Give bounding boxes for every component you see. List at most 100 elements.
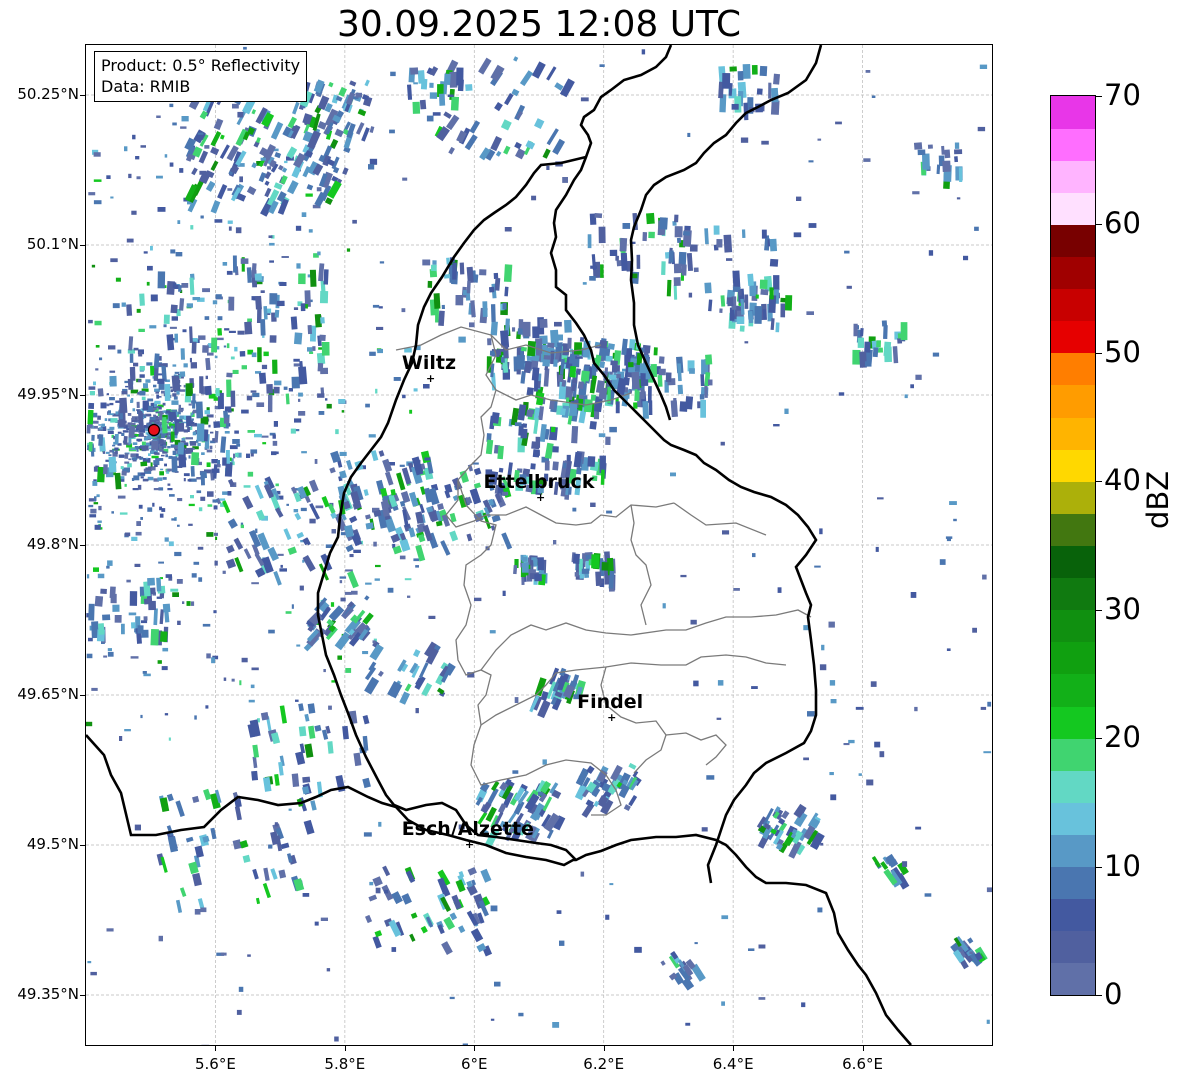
echo-cell bbox=[128, 173, 132, 179]
echo-cell bbox=[942, 160, 951, 172]
radar-map[interactable] bbox=[85, 44, 993, 1046]
echo-cell bbox=[194, 715, 197, 720]
echo-cell bbox=[319, 290, 329, 304]
echo-cell bbox=[252, 744, 260, 758]
echo-cell bbox=[670, 400, 678, 418]
echo-cell bbox=[119, 397, 128, 414]
echo-cell bbox=[433, 293, 441, 309]
echo-cell bbox=[90, 508, 97, 514]
echo-cell bbox=[187, 479, 192, 482]
lat-tick bbox=[80, 245, 85, 246]
echo-cell bbox=[86, 574, 90, 579]
echo-cell bbox=[155, 391, 159, 394]
echo-cell bbox=[251, 582, 259, 585]
echo-cell bbox=[340, 597, 346, 602]
colorbar-tick-label: 60 bbox=[1104, 206, 1141, 241]
echo-cell bbox=[94, 595, 104, 607]
lon-tick-label: 6.6°E bbox=[842, 1055, 883, 1073]
echo-cell bbox=[110, 258, 118, 263]
echo-cell bbox=[801, 1002, 806, 1008]
echo-cell bbox=[109, 426, 115, 430]
echo-cell bbox=[128, 336, 134, 351]
echo-cell bbox=[659, 217, 668, 230]
echo-cell bbox=[114, 447, 119, 451]
echo-cell bbox=[408, 527, 416, 538]
echo-cell bbox=[857, 337, 864, 348]
echo-cell bbox=[274, 451, 279, 455]
echo-cell bbox=[382, 865, 391, 877]
colorbar-segment bbox=[1051, 673, 1095, 707]
echo-cell bbox=[161, 446, 164, 450]
echo-cell bbox=[676, 237, 682, 243]
echo-cell bbox=[291, 604, 294, 609]
echo-cell bbox=[136, 401, 140, 408]
echo-cell bbox=[562, 462, 567, 469]
echo-cell bbox=[202, 288, 210, 293]
echo-cell bbox=[345, 544, 354, 553]
canton-boundary bbox=[673, 502, 767, 536]
echo-cell bbox=[554, 82, 564, 91]
echo-cell bbox=[88, 402, 95, 410]
echo-cell bbox=[719, 308, 723, 313]
echo-cell bbox=[132, 134, 136, 140]
echo-cell bbox=[129, 591, 138, 606]
echo-cell bbox=[514, 697, 519, 703]
echo-cell bbox=[641, 49, 646, 55]
echo-cell bbox=[277, 553, 284, 556]
echo-cell bbox=[190, 452, 200, 466]
echo-cell bbox=[175, 252, 183, 257]
echo-cell bbox=[94, 320, 102, 326]
echo-cell bbox=[226, 372, 233, 378]
echo-cell bbox=[673, 277, 681, 287]
echo-cell bbox=[224, 431, 230, 434]
echo-cell bbox=[206, 407, 210, 411]
echo-cell bbox=[98, 434, 104, 446]
echo-cell bbox=[284, 160, 288, 164]
echo-cell bbox=[544, 442, 554, 459]
echo-cell bbox=[194, 422, 197, 426]
echo-cell bbox=[520, 428, 528, 439]
echo-cell bbox=[308, 229, 313, 233]
lat-tick-label: 49.8°N bbox=[26, 535, 79, 553]
echo-cell bbox=[262, 882, 272, 899]
echo-cell bbox=[213, 505, 218, 510]
lat-tick bbox=[80, 95, 85, 96]
echo-cell bbox=[885, 853, 899, 868]
echo-cell bbox=[197, 546, 204, 550]
echo-cell bbox=[648, 231, 655, 239]
echo-cell bbox=[758, 997, 766, 1000]
echo-cell bbox=[171, 409, 178, 412]
echo-cell bbox=[533, 450, 540, 456]
echo-cell bbox=[190, 466, 195, 477]
echo-cell bbox=[210, 200, 221, 214]
echo-cell bbox=[220, 952, 227, 956]
echo-cell bbox=[185, 383, 194, 397]
echo-cell bbox=[270, 121, 284, 140]
echo-cell bbox=[270, 732, 281, 745]
echo-cell bbox=[190, 601, 195, 606]
echo-cell bbox=[270, 868, 278, 880]
echo-cell bbox=[145, 379, 151, 383]
echo-cell bbox=[717, 680, 724, 686]
echo-cell bbox=[817, 907, 823, 913]
echo-cell bbox=[280, 842, 290, 850]
echo-cell bbox=[222, 262, 228, 266]
echo-cell bbox=[150, 462, 153, 467]
echo-cell bbox=[531, 557, 537, 561]
echo-cell bbox=[820, 842, 824, 846]
echo-cell bbox=[600, 264, 604, 278]
echo-cell bbox=[188, 403, 192, 406]
echo-cell bbox=[130, 656, 139, 659]
echo-cell bbox=[140, 714, 143, 719]
lat-tick-label: 50.25°N bbox=[17, 85, 79, 103]
echo-cell bbox=[443, 73, 451, 85]
echo-cell bbox=[286, 503, 289, 506]
echo-cell bbox=[155, 452, 160, 455]
echo-cell bbox=[199, 376, 204, 394]
echo-cell bbox=[183, 473, 190, 477]
echo-cell bbox=[526, 387, 535, 396]
echo-cell bbox=[133, 362, 139, 367]
echo-cell bbox=[153, 384, 157, 388]
echo-cell bbox=[490, 304, 496, 322]
echo-cell bbox=[206, 449, 213, 453]
